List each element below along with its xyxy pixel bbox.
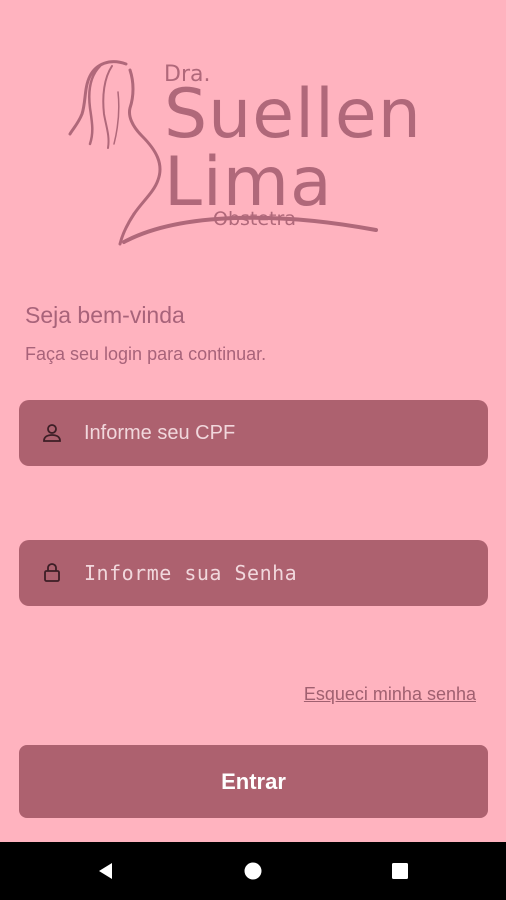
welcome-subtitle: Faça seu login para continuar. <box>25 344 267 364</box>
home-button[interactable] <box>213 842 293 900</box>
cpf-input[interactable] <box>84 421 488 445</box>
recent-apps-button[interactable] <box>360 842 440 900</box>
brand-logo: Dra. Suellen Lima Obstetra <box>60 52 460 252</box>
lock-icon <box>40 561 64 585</box>
login-screen: Dra. Suellen Lima Obstetra Seja bem-vind… <box>0 0 506 842</box>
forgot-password-link[interactable]: Esqueci minha senha <box>304 684 476 705</box>
login-button[interactable]: Entrar <box>19 745 488 818</box>
logo-role: Obstetra <box>213 208 296 230</box>
logo-first-name: Suellen <box>164 75 422 154</box>
user-icon <box>40 421 64 445</box>
system-navigation-bar <box>0 842 506 900</box>
back-triangle-icon <box>99 863 112 879</box>
home-circle-icon <box>244 862 262 880</box>
password-input[interactable] <box>84 561 488 585</box>
cpf-field[interactable] <box>19 400 488 466</box>
welcome-title: Seja bem-vinda <box>25 302 185 328</box>
back-button[interactable] <box>66 842 146 900</box>
password-field[interactable] <box>19 540 488 606</box>
recent-square-icon <box>392 863 408 879</box>
